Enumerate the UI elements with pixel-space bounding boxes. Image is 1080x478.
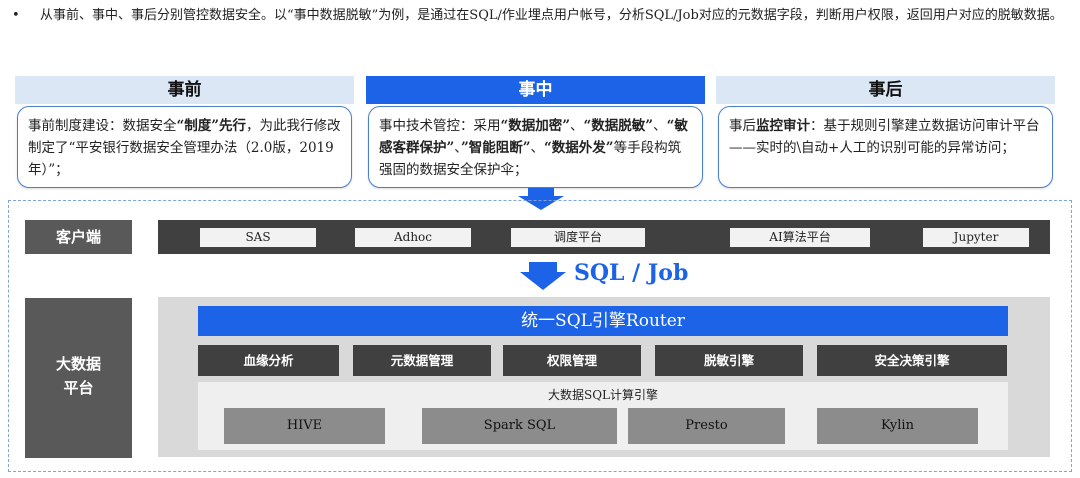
phase-during-title: 事中 bbox=[366, 76, 705, 104]
phase-text-run: 、 bbox=[570, 118, 584, 134]
client-item-ai-platform: AI算法平台 bbox=[730, 228, 870, 247]
phase-text-run: “数据外发” bbox=[544, 140, 614, 156]
phase-text-run: “数据加密” bbox=[500, 118, 571, 134]
flow-label: SQL / Job bbox=[574, 260, 689, 286]
intro-paragraph: 从事前、事中、事后分别管控数据安全。以“事中数据脱敏”为例，是通过在SQL/作业… bbox=[40, 8, 1063, 23]
phase-text-run: 事后 bbox=[729, 118, 756, 134]
phase-text-run: 、 bbox=[653, 118, 667, 134]
module-permission: 权限管理 bbox=[503, 345, 641, 376]
platform-label-line2: 平台 bbox=[63, 379, 94, 397]
client-item-adhoc: Adhoc bbox=[355, 228, 471, 247]
phase-during: 事中 事中技术管控：采用“数据加密”、“数据脱敏”、“敏感客群保护”、”智能阻断… bbox=[366, 76, 705, 188]
client-label: 客户端 bbox=[25, 220, 132, 254]
bullet-marker: • bbox=[12, 8, 20, 23]
module-masking-engine: 脱敏引擎 bbox=[655, 345, 803, 376]
phase-before-title: 事前 bbox=[15, 76, 354, 104]
flow-arrow-icon bbox=[520, 262, 566, 290]
client-bar: SAS Adhoc 调度平台 AI算法平台 Jupyter bbox=[158, 220, 1050, 254]
phase-text-run: 事前制度建设：数据安全 bbox=[28, 118, 177, 134]
module-metadata: 元数据管理 bbox=[353, 345, 491, 376]
client-item-scheduler: 调度平台 bbox=[511, 228, 645, 247]
phase-text-run: “制度”先行 bbox=[176, 118, 247, 134]
engine-presto: Presto bbox=[628, 408, 785, 444]
phase-text-run: “数据脱敏” bbox=[583, 118, 654, 134]
phase-after-title: 事后 bbox=[716, 76, 1055, 104]
sql-router: 统一SQL引擎Router bbox=[198, 306, 1008, 336]
phase-before: 事前 事前制度建设：数据安全“制度”先行，为此我行修改制定了“平安银行数据安全管… bbox=[15, 76, 354, 188]
module-lineage: 血缘分析 bbox=[198, 345, 339, 376]
engine-kylin: Kylin bbox=[817, 408, 978, 444]
client-item-sas: SAS bbox=[200, 228, 316, 247]
phase-during-body: 事中技术管控：采用“数据加密”、“数据脱敏”、“敏感客群保护”、”智能阻断”、“… bbox=[368, 106, 703, 188]
engine-spark-sql: Spark SQL bbox=[422, 408, 617, 444]
phase-after-body: 事后监控审计：基于规则引擎建立数据访问审计平台——实时的\自动+人工的识别可能的… bbox=[718, 106, 1053, 188]
phase-text-run: ”智能阻断” bbox=[461, 140, 531, 156]
module-security-decision: 安全决策引擎 bbox=[817, 345, 1007, 376]
platform-label-line1: 大数据 bbox=[55, 355, 101, 373]
phase-text-run: 事中技术管控：采用 bbox=[379, 118, 501, 134]
platform-label: 大数据 平台 bbox=[25, 298, 132, 458]
phase-before-body: 事前制度建设：数据安全“制度”先行，为此我行修改制定了“平安银行数据安全管理办法… bbox=[17, 106, 352, 188]
engine-hive: HIVE bbox=[224, 408, 385, 444]
intro-text-block: • 从事前、事中、事后分别管控数据安全。以“事中数据脱敏”为例，是通过在SQL/… bbox=[12, 6, 1072, 26]
phase-after: 事后 事后监控审计：基于规则引擎建立数据访问审计平台——实时的\自动+人工的识别… bbox=[716, 76, 1055, 188]
phase-text-run: 监控审计 bbox=[756, 118, 810, 134]
engine-group-title: 大数据SQL计算引擎 bbox=[547, 388, 659, 402]
phase-text-run: 、 bbox=[454, 140, 462, 156]
phase-text-run: 、 bbox=[530, 140, 545, 156]
client-item-jupyter: Jupyter bbox=[923, 228, 1029, 247]
